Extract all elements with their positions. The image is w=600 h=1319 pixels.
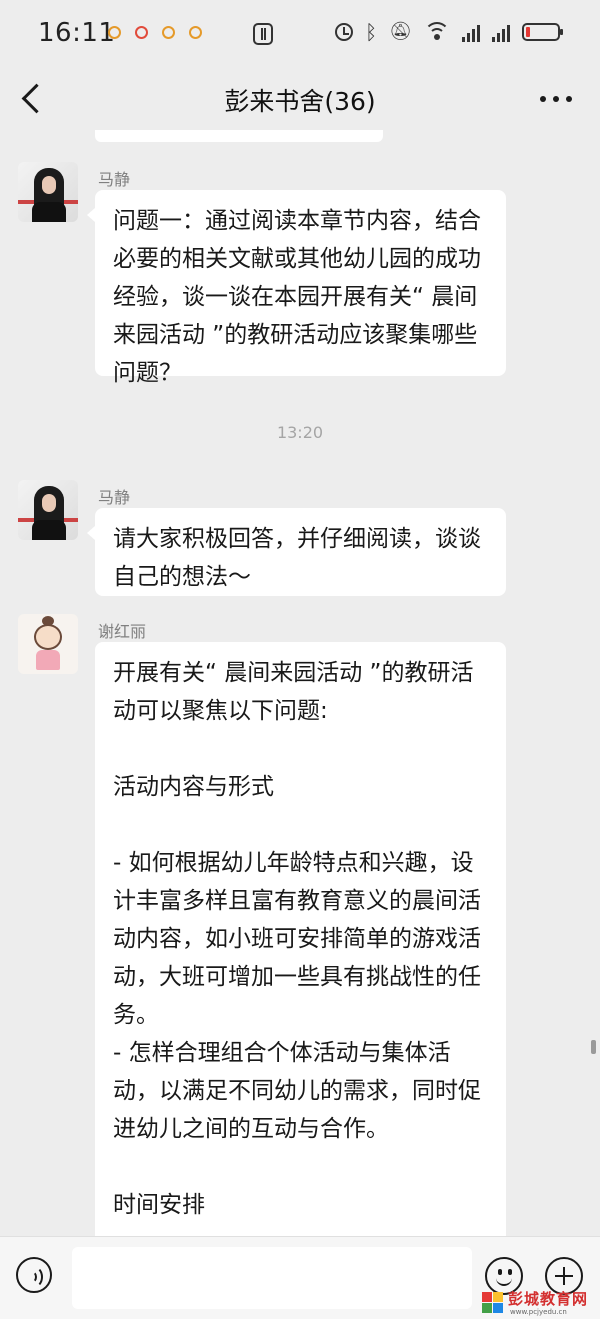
nfc-icon — [253, 23, 273, 45]
previous-message-bubble — [95, 130, 383, 142]
scrollbar[interactable] — [591, 1040, 596, 1054]
wifi-icon — [424, 22, 450, 42]
signal-icon — [462, 22, 480, 42]
watermark-text: 彭城教育网 — [508, 1290, 589, 1308]
battery-icon — [522, 23, 563, 41]
sender-name: 马静 — [98, 488, 131, 507]
watermark: 彭城教育网 www.pcjyedu.cn — [482, 1286, 600, 1318]
notification-app-icon — [135, 26, 148, 39]
notification-app-icon — [162, 26, 175, 39]
more-icon[interactable] — [540, 96, 572, 102]
battery-level — [526, 27, 530, 37]
avatar[interactable] — [18, 480, 78, 540]
bluetooth-icon: ᛒ — [365, 20, 378, 44]
mute-icon: 🔕︎ — [389, 21, 412, 42]
status-time: 16:11 — [38, 18, 116, 48]
sender-name: 马静 — [98, 170, 131, 189]
avatar[interactable] — [18, 614, 78, 674]
watermark-url: www.pcjyedu.cn — [510, 1308, 567, 1316]
voice-icon[interactable] — [16, 1257, 52, 1293]
alarm-icon — [335, 23, 354, 41]
avatar[interactable] — [18, 162, 78, 222]
signal-icon — [492, 22, 510, 42]
system-icons: ᛒ 🔕︎ — [335, 20, 563, 44]
notification-app-icon — [189, 26, 202, 39]
chat-header: 彭来书舍(36) — [0, 68, 600, 130]
notification-app-icon — [108, 26, 121, 39]
sender-name: 谢红丽 — [98, 622, 147, 641]
message-input[interactable] — [72, 1247, 472, 1309]
timestamp: 13:20 — [276, 423, 324, 442]
status-bar: 16:11 ᛒ 🔕︎ — [0, 0, 600, 68]
message-bubble[interactable]: 开展有关“ 晨间来园活动 ”的教研活动可以聚焦以下问题: 活动内容与形式 - 如… — [95, 642, 506, 1262]
chat-title: 彭来书舍(36) — [224, 87, 376, 116]
message-bubble[interactable]: 请大家积极回答，并仔细阅读，谈谈自己的想法～ — [87, 508, 506, 596]
message-bubble[interactable]: 问题一：通过阅读本章节内容，结合必要的相关文献或其他幼儿园的成功经验，谈一谈在本… — [87, 190, 506, 386]
notification-icons — [108, 26, 202, 39]
watermark-logo — [482, 1292, 504, 1314]
